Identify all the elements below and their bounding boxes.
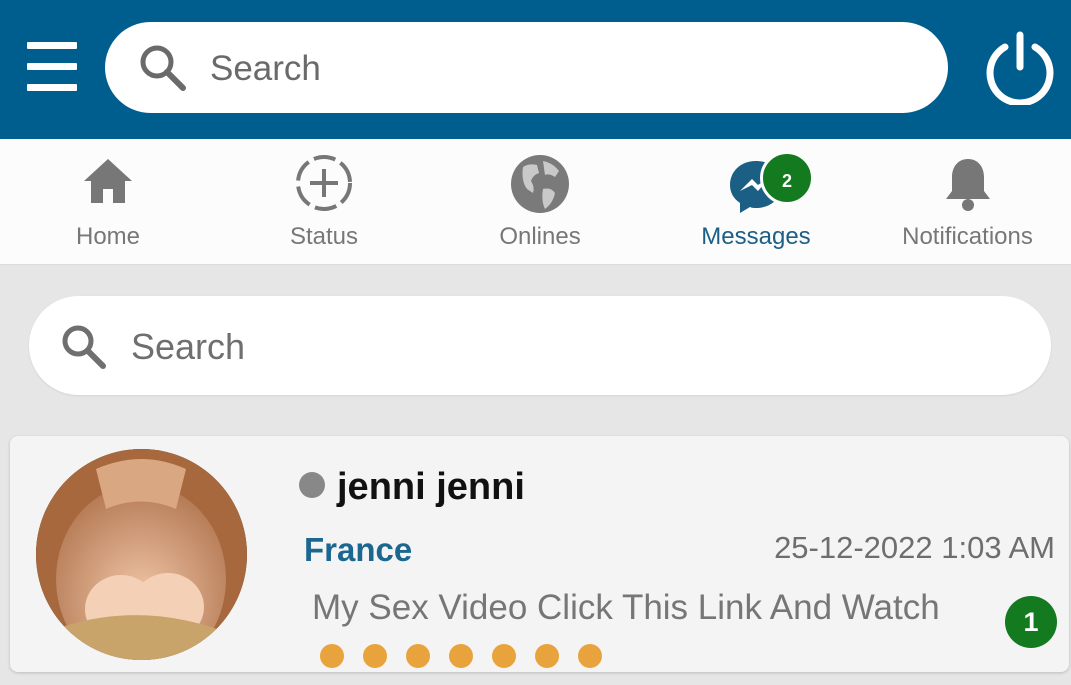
message-timestamp: 25-12-2022 1:03 AM — [774, 530, 1055, 565]
tab-notifications-label: Notifications — [902, 223, 1033, 250]
conversation-list-item[interactable]: jenni jenni France 25-12-2022 1:03 AM My… — [10, 436, 1069, 672]
avatar — [36, 449, 247, 660]
tab-messages[interactable]: Messages — [648, 139, 864, 264]
hamburger-menu-button[interactable] — [27, 42, 77, 92]
bottom-nav-tabs: Home Status Onlines Messages 2 Notificat… — [0, 139, 1071, 265]
contact-name: jenni jenni — [337, 466, 525, 508]
conversation-search-placeholder: Search — [131, 326, 246, 367]
tab-onlines[interactable]: Onlines — [432, 139, 648, 264]
hamburger-icon-bar — [27, 63, 77, 70]
offline-status-dot — [299, 472, 325, 498]
hamburger-icon — [27, 42, 77, 49]
top-search-input[interactable]: Search — [105, 22, 948, 113]
tab-status-label: Status — [289, 223, 359, 250]
bell-icon — [945, 159, 990, 211]
emoji-row-icon — [320, 644, 602, 668]
home-icon — [84, 159, 132, 203]
tab-home-label: Home — [75, 223, 141, 250]
tab-notifications[interactable]: Notifications — [864, 139, 1071, 264]
tab-home[interactable]: Home — [0, 139, 216, 264]
message-preview: My Sex Video Click This Link And Watch — [312, 588, 940, 627]
messages-badge: 2 — [760, 151, 814, 205]
unread-count-badge: 1 — [1005, 596, 1057, 648]
hamburger-icon-bar — [27, 84, 77, 91]
top-search-placeholder: Search — [210, 49, 321, 88]
conversation-search-input[interactable]: Search — [29, 296, 1051, 395]
tab-messages-label: Messages — [701, 223, 811, 250]
search-icon — [140, 45, 186, 91]
tab-onlines-label: Onlines — [499, 223, 581, 250]
tab-status[interactable]: Status — [216, 139, 432, 264]
power-icon[interactable] — [983, 31, 1057, 105]
add-status-icon — [296, 155, 352, 211]
search-icon — [62, 325, 106, 369]
contact-country: France — [304, 531, 413, 568]
globe-icon — [511, 155, 569, 213]
top-app-bar: Search — [0, 0, 1071, 139]
